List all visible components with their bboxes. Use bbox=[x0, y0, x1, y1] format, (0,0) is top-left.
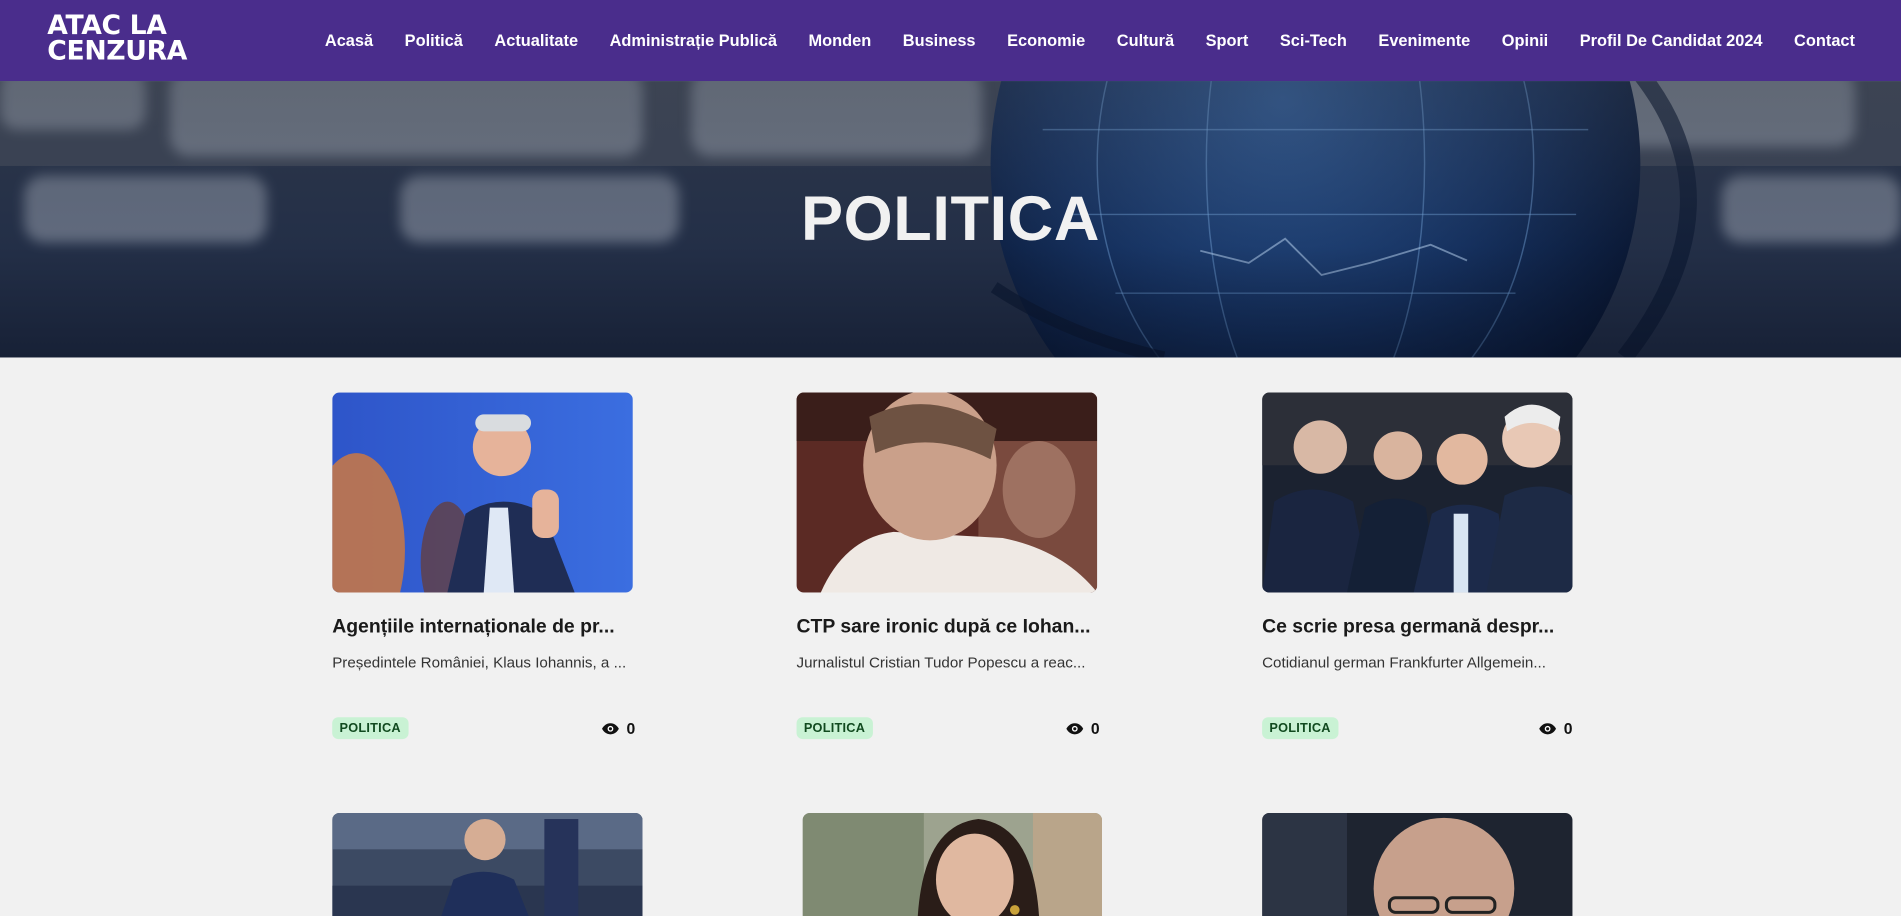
view-count-value: 0 bbox=[1090, 719, 1100, 738]
nav-item-sport[interactable]: Sport bbox=[1206, 32, 1249, 50]
article-thumbnail[interactable] bbox=[1262, 392, 1573, 593]
view-count-value: 0 bbox=[1563, 719, 1573, 738]
article-card[interactable] bbox=[1262, 812, 1573, 916]
eye-icon bbox=[1539, 722, 1556, 734]
nav-item-contact[interactable]: Contact bbox=[1794, 32, 1855, 50]
article-meta: POLITICA 0 bbox=[332, 717, 635, 740]
top-navbar: ATAC LA CENZURA Acasă Politică Actualita… bbox=[0, 0, 1901, 82]
nav-item-evenimente[interactable]: Evenimente bbox=[1378, 32, 1470, 50]
nav-item-economie[interactable]: Economie bbox=[1007, 32, 1085, 50]
nav-item-sci-tech[interactable]: Sci-Tech bbox=[1280, 32, 1347, 50]
nav-item-cultura[interactable]: Cultură bbox=[1117, 32, 1174, 50]
article-card[interactable]: Ce scrie presa germană despr... Cotidian… bbox=[1262, 392, 1573, 740]
category-badge[interactable]: POLITICA bbox=[1262, 717, 1339, 740]
article-card[interactable] bbox=[802, 812, 1103, 916]
category-hero-banner: POLITICA bbox=[0, 81, 1901, 358]
view-count: 0 bbox=[601, 719, 635, 737]
article-meta: POLITICA 0 bbox=[1262, 717, 1572, 740]
article-image bbox=[796, 392, 1098, 593]
category-badge[interactable]: POLITICA bbox=[796, 717, 873, 740]
article-title[interactable]: CTP sare ironic după ce Iohan... bbox=[797, 617, 1100, 639]
view-count: 0 bbox=[1065, 719, 1100, 738]
nav-item-business[interactable]: Business bbox=[903, 32, 976, 50]
view-count: 0 bbox=[1538, 719, 1572, 737]
nav-item-politica[interactable]: Politică bbox=[405, 32, 463, 50]
nav-item-profil-candidat[interactable]: Profil De Candidat 2024 bbox=[1580, 32, 1763, 50]
nav-item-actualitate[interactable]: Actualitate bbox=[494, 32, 578, 50]
article-image bbox=[1262, 392, 1573, 593]
nav-item-opinii[interactable]: Opinii bbox=[1502, 32, 1548, 50]
main-nav: Acasă Politică Actualitate Administrație… bbox=[325, 0, 1855, 81]
article-thumbnail[interactable] bbox=[796, 392, 1098, 593]
article-image bbox=[332, 392, 633, 593]
nav-item-administratie-publica[interactable]: Administrație Publică bbox=[610, 32, 777, 50]
nav-item-acasa[interactable]: Acasă bbox=[325, 32, 373, 50]
article-meta: POLITICA 0 bbox=[796, 717, 1100, 740]
site-logo[interactable]: ATAC LA CENZURA bbox=[47, 10, 188, 67]
article-excerpt: Președintele României, Klaus Iohannis, a… bbox=[332, 654, 627, 672]
page-title: POLITICA bbox=[800, 184, 1101, 255]
article-excerpt: Cotidianul german Frankfurter Allgemein.… bbox=[1262, 654, 1546, 672]
logo-line-2: CENZURA bbox=[47, 36, 188, 67]
view-count-value: 0 bbox=[626, 719, 636, 738]
nav-item-monden[interactable]: Monden bbox=[809, 32, 872, 50]
logo-line-1: ATAC LA bbox=[47, 10, 167, 42]
article-image bbox=[1262, 812, 1573, 916]
article-image bbox=[802, 812, 1103, 916]
article-card[interactable]: Agențiile internaționale de pr... Președ… bbox=[332, 392, 635, 740]
eye-icon bbox=[601, 722, 619, 734]
article-image bbox=[332, 812, 643, 916]
article-card[interactable] bbox=[332, 812, 643, 916]
article-excerpt: Jurnalistul Cristian Tudor Popescu a rea… bbox=[796, 654, 1086, 672]
article-title[interactable]: Ce scrie presa germană despr... bbox=[1262, 617, 1572, 639]
article-card[interactable]: CTP sare ironic după ce Iohan... Jurnali… bbox=[796, 392, 1100, 740]
article-thumbnail[interactable] bbox=[332, 392, 633, 593]
category-badge[interactable]: POLITICA bbox=[332, 717, 409, 740]
article-title[interactable]: Agențiile internaționale de pr... bbox=[332, 617, 635, 639]
eye-icon bbox=[1066, 722, 1083, 734]
